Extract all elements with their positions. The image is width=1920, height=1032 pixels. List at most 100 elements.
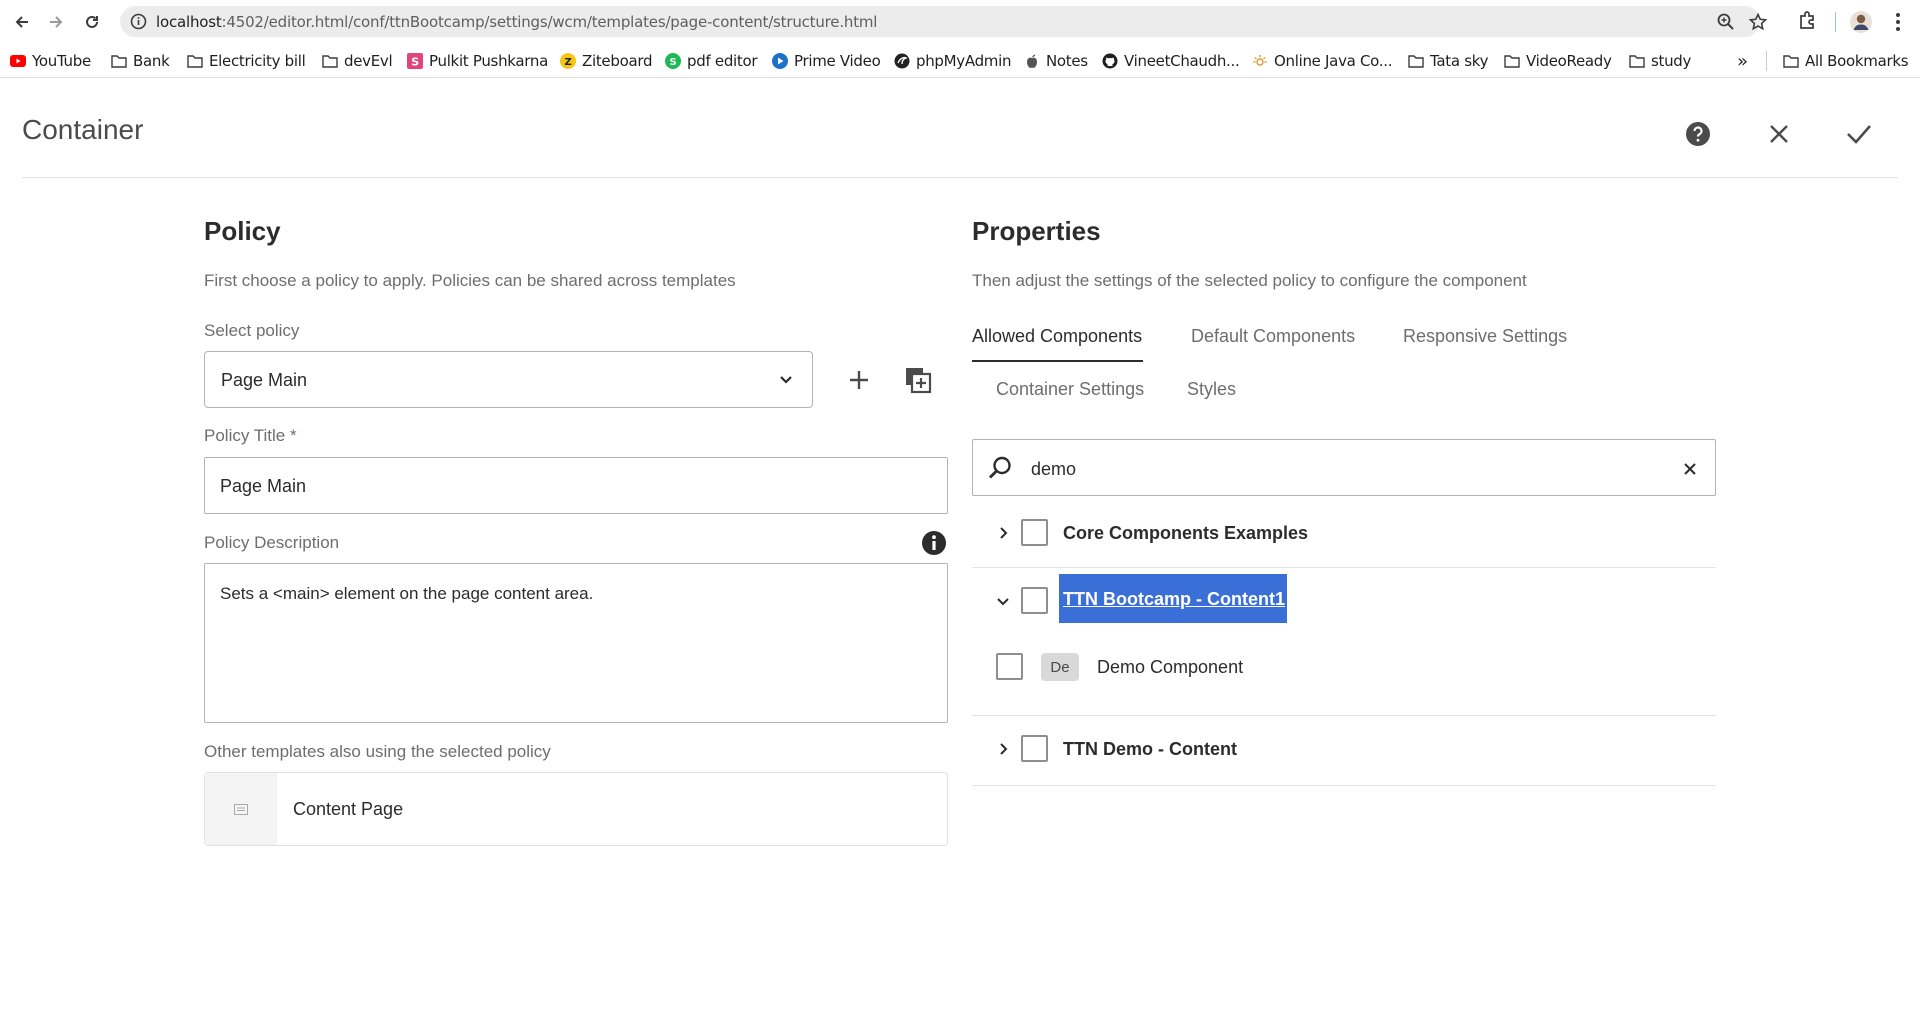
help-button[interactable] (1682, 118, 1714, 150)
component-group-row: TTN Bootcamp - Content1 De Demo Componen… (972, 568, 1716, 716)
zoom-icon[interactable] (1716, 12, 1736, 32)
template-thumbnail (205, 773, 277, 845)
group-label-selected[interactable]: TTN Bootcamp - Content1 (1059, 574, 1287, 623)
chevron-right-icon[interactable] (994, 740, 1012, 758)
chevron-down-icon (776, 369, 796, 389)
all-bookmarks-button[interactable]: All Bookmarks (1783, 50, 1909, 72)
sun-icon (1252, 53, 1268, 69)
site-s-icon: S (407, 53, 423, 69)
bookmark-videoready[interactable]: VideoReady (1504, 50, 1612, 72)
bookmark-pdf-editor[interactable]: S pdf editor (665, 50, 758, 72)
policy-description-value: Sets a <main> element on the page conten… (220, 584, 594, 603)
tab-default-components[interactable]: Default Components (1191, 326, 1355, 347)
policy-title-label: Policy Title * (204, 426, 297, 445)
component-checkbox[interactable] (996, 653, 1023, 680)
template-list-item[interactable]: Content Page (204, 772, 948, 846)
bookmark-devevl[interactable]: devEvl (322, 50, 393, 72)
bookmark-label: Tata sky (1430, 52, 1489, 70)
profile-avatar[interactable] (1849, 10, 1873, 34)
bookmark-label: Online Java Co... (1274, 52, 1393, 70)
bookmark-pulkit-pushkarna[interactable]: S Pulkit Pushkarna (407, 50, 548, 72)
duplicate-icon (906, 368, 932, 394)
bookmark-label: YouTube (32, 52, 91, 70)
bookmark-vineetchaudh[interactable]: VineetChaudh... (1102, 50, 1240, 72)
row-divider (972, 785, 1716, 786)
bookmark-online-java[interactable]: Online Java Co... (1252, 50, 1393, 72)
chevron-right-icon[interactable] (994, 524, 1012, 542)
active-tab-indicator (972, 360, 1143, 362)
group-checkbox[interactable] (1021, 735, 1048, 762)
folder-icon (1408, 53, 1424, 69)
policy-description-text: First choose a policy to apply. Policies… (204, 271, 736, 290)
component-search-input[interactable]: demo (972, 439, 1716, 496)
tab-responsive-settings[interactable]: Responsive Settings (1403, 326, 1567, 347)
checkmark-icon (1847, 125, 1871, 144)
tab-container-settings[interactable]: Container Settings (996, 379, 1144, 400)
bookmark-bank[interactable]: Bank (111, 50, 170, 72)
site-info-icon[interactable] (130, 13, 147, 30)
back-icon[interactable] (10, 10, 34, 34)
bookmark-notes[interactable]: Notes (1024, 50, 1088, 72)
policy-select[interactable]: Page Main (204, 351, 813, 408)
bookmark-star-icon[interactable] (1748, 12, 1768, 32)
component-group-row: Core Components Examples (972, 506, 1716, 568)
select-policy-label: Select policy (204, 321, 300, 340)
address-bar[interactable]: localhost:4502/editor.html/conf/ttnBootc… (120, 6, 1768, 37)
duplicate-policy-button[interactable] (900, 362, 936, 398)
menu-icon[interactable] (1886, 10, 1910, 34)
group-checkbox[interactable] (1021, 587, 1048, 614)
tab-styles[interactable]: Styles (1187, 379, 1236, 400)
svg-text:S: S (411, 56, 419, 69)
add-policy-button[interactable] (841, 362, 877, 398)
policy-title-value: Page Main (220, 476, 307, 496)
folder-icon (1504, 53, 1520, 69)
bookmark-youtube[interactable]: YouTube (10, 50, 91, 72)
phpmyadmin-icon (894, 53, 910, 69)
bookmark-study[interactable]: study (1629, 50, 1691, 72)
chevron-down-icon[interactable] (994, 592, 1012, 610)
chevrons-right-icon: » (1737, 50, 1748, 72)
ziteboard-icon: Z (560, 53, 576, 69)
policy-description-textarea[interactable]: Sets a <main> element on the page conten… (204, 563, 948, 723)
bookmarks-divider (1766, 51, 1767, 71)
bookmark-label: Prime Video (794, 52, 881, 70)
search-icon (987, 455, 1013, 481)
forward-icon[interactable] (44, 10, 68, 34)
tab-allowed-components[interactable]: Allowed Components (972, 326, 1142, 347)
close-button[interactable] (1763, 118, 1795, 150)
template-name: Content Page (293, 799, 404, 819)
github-icon (1102, 53, 1118, 69)
properties-heading: Properties (972, 216, 1101, 246)
folder-icon (1783, 53, 1799, 69)
group-checkbox[interactable] (1021, 519, 1048, 546)
browser-toolbar: localhost:4502/editor.html/conf/ttnBootc… (0, 0, 1920, 44)
folder-icon (187, 53, 203, 69)
bookmark-ziteboard[interactable]: Z Ziteboard (560, 50, 652, 72)
prime-video-icon (772, 53, 788, 69)
bookmark-label: Notes (1046, 52, 1088, 70)
header-divider (22, 177, 1898, 178)
clear-search-icon[interactable] (1681, 460, 1699, 478)
info-icon[interactable] (921, 530, 947, 556)
more-bookmarks-button[interactable]: » (1737, 50, 1748, 72)
policy-description-label: Policy Description (204, 533, 340, 552)
group-label: Core Components Examples (1063, 523, 1309, 543)
component-label: Demo Component (1097, 657, 1244, 677)
apple-icon (1024, 53, 1040, 69)
folder-icon (111, 53, 127, 69)
address-url: localhost:4502/editor.html/conf/ttnBootc… (156, 13, 877, 31)
bookmark-phpmyadmin[interactable]: phpMyAdmin (894, 50, 1011, 72)
properties-description-text: Then adjust the settings of the selected… (972, 271, 1527, 290)
close-icon (1770, 125, 1788, 143)
bookmark-label: phpMyAdmin (916, 52, 1012, 70)
done-button[interactable] (1843, 118, 1875, 150)
bookmark-label: Pulkit Pushkarna (429, 52, 548, 70)
bookmark-prime-video[interactable]: Prime Video (772, 50, 881, 72)
toolbar-divider (1835, 12, 1836, 32)
extensions-icon[interactable] (1797, 10, 1821, 34)
bookmark-electricity-bill[interactable]: Electricity bill (187, 50, 306, 72)
bookmark-tata-sky[interactable]: Tata sky (1408, 50, 1488, 72)
reload-icon[interactable] (80, 10, 104, 34)
policy-title-input[interactable]: Page Main (204, 457, 948, 514)
page-icon (234, 803, 248, 815)
